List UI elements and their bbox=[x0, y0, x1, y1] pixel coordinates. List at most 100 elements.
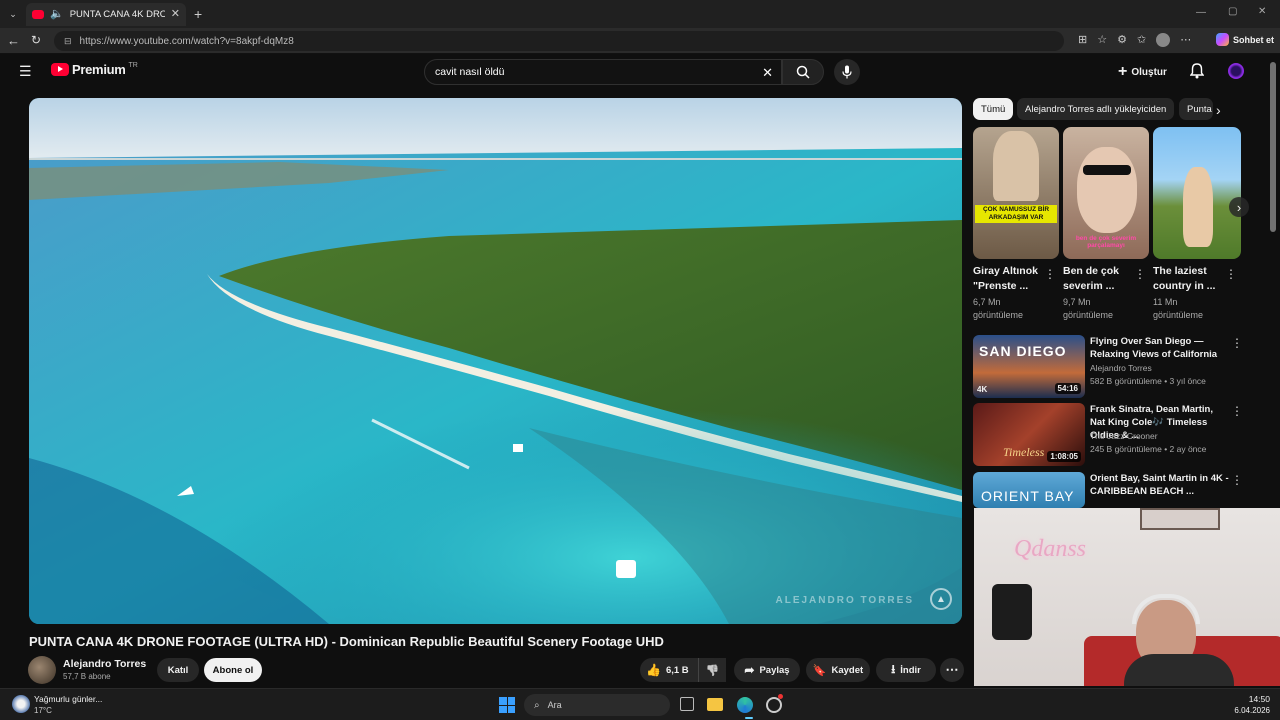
shelf-title-1[interactable]: Giray Altınok "Prenste ... bbox=[973, 264, 1051, 294]
file-explorer-icon[interactable] bbox=[707, 698, 723, 711]
rec-more-icon[interactable]: ⋮ bbox=[1231, 337, 1243, 349]
chip-punta[interactable]: Punta bbox=[1179, 98, 1213, 120]
shelf-title-3[interactable]: The laziest country in ... bbox=[1153, 264, 1231, 294]
rec-channel-2[interactable]: The Jazz Crooner bbox=[1090, 430, 1240, 443]
clock-time[interactable]: 14:50 bbox=[1226, 694, 1270, 704]
hamburger-menu-icon[interactable]: ☰ bbox=[19, 64, 34, 78]
subscribe-button[interactable]: Abone ol bbox=[204, 658, 262, 682]
youtube-favicon-icon bbox=[32, 10, 44, 19]
favorite-star-icon[interactable]: ☆ bbox=[1097, 33, 1107, 47]
channel-avatar[interactable] bbox=[28, 656, 56, 684]
rec-title-3[interactable]: Orient Bay, Saint Martin in 4K - CARIBBE… bbox=[1090, 472, 1230, 498]
voice-search-button[interactable] bbox=[834, 59, 860, 85]
notifications-bell-icon[interactable] bbox=[1189, 63, 1205, 84]
chip-uploader-label: Alejandro Torres adlı yükleyiciden bbox=[1025, 103, 1167, 115]
shelf-views-unit: görüntüleme bbox=[1063, 310, 1114, 320]
taskbar-search-input[interactable]: ⌕ Ara bbox=[524, 694, 670, 716]
profile-avatar[interactable] bbox=[1156, 33, 1171, 47]
app-available-icon[interactable]: ⊞ bbox=[1078, 33, 1087, 47]
rec-thumb-2[interactable]: Timeless 1:08:05 bbox=[973, 403, 1085, 466]
boat-shape bbox=[513, 444, 523, 452]
shelf-more-icon[interactable]: ⋮ bbox=[1134, 268, 1146, 280]
browser-tab[interactable]: 🔈 PUNTA CANA 4K DRONE FOOTAGE (ULTRA HD)… bbox=[26, 3, 186, 26]
headphones-shape bbox=[1132, 594, 1200, 624]
4k-badge-icon: 4K bbox=[977, 385, 988, 394]
like-count: 6,1 B bbox=[665, 664, 689, 676]
chip-all[interactable]: Tümü bbox=[973, 98, 1014, 120]
close-window-icon[interactable]: ✕ bbox=[1258, 6, 1266, 17]
shelf-thumb-2[interactable]: ben de çok severim parçalamayı bbox=[1063, 127, 1149, 259]
more-actions-icon[interactable]: ⋯ bbox=[940, 658, 964, 682]
chip-uploader[interactable]: Alejandro Torres adlı yükleyiciden bbox=[1017, 98, 1175, 120]
create-button[interactable]: + Oluştur bbox=[1118, 64, 1167, 80]
scrollbar-thumb[interactable] bbox=[1270, 62, 1276, 232]
shelf-title-2[interactable]: Ben de çok severim ... bbox=[1063, 264, 1141, 294]
save-label: Kaydet bbox=[831, 664, 864, 676]
download-button[interactable]: ⭳ İndir bbox=[876, 658, 936, 682]
search-input[interactable]: cavit nasıl öldü ✕ bbox=[424, 59, 782, 85]
weather-rain-icon[interactable] bbox=[12, 695, 30, 713]
dislike-button[interactable]: 👎 bbox=[698, 658, 726, 682]
clock-date[interactable]: 6.04.2026 bbox=[1220, 706, 1270, 715]
channel-name[interactable]: Alejandro Torres bbox=[63, 658, 146, 670]
join-label: Katıl bbox=[167, 664, 189, 676]
weather-text[interactable]: Yağmurlu günler... bbox=[34, 694, 102, 704]
rec-channel-1[interactable]: Alejandro Torres bbox=[1090, 362, 1240, 375]
rec-duration: 54:16 bbox=[1054, 383, 1081, 394]
tab-title: PUNTA CANA 4K DRONE FOOTAGE (ULTRA HD) -… bbox=[69, 9, 165, 20]
shelf-thumb-1[interactable]: ÇOK NAMUSSUZ BİR ARKADAŞIM VAR bbox=[973, 127, 1059, 259]
create-label: Oluştur bbox=[1131, 66, 1167, 78]
share-label: Paylaş bbox=[759, 664, 790, 676]
extensions-icon[interactable]: ⚙ bbox=[1117, 33, 1127, 47]
join-button[interactable]: Katıl bbox=[157, 658, 199, 682]
chip-punta-label: Punta bbox=[1187, 103, 1212, 115]
rec-more-icon[interactable]: ⋮ bbox=[1231, 474, 1243, 486]
maximize-icon[interactable]: ▢ bbox=[1228, 6, 1237, 17]
microphone-icon bbox=[842, 65, 852, 79]
plus-icon: + bbox=[1118, 63, 1128, 80]
copilot-icon bbox=[1216, 33, 1229, 46]
rec-title-1[interactable]: Flying Over San Diego — Relaxing Views o… bbox=[1090, 335, 1230, 361]
favorites-icon[interactable]: ✩ bbox=[1137, 33, 1146, 47]
download-label: İndir bbox=[900, 664, 921, 676]
minimize-icon[interactable]: — bbox=[1196, 7, 1206, 18]
weather-temp: 17°C bbox=[34, 706, 52, 715]
taskbar-search-icon: ⌕ bbox=[534, 699, 540, 711]
rec-more-icon[interactable]: ⋮ bbox=[1231, 405, 1243, 417]
video-player[interactable]: ALEJANDRO TORRES ▲ bbox=[29, 98, 962, 624]
rec-thumb-3[interactable]: ORIENT BAY bbox=[973, 472, 1085, 508]
share-button[interactable]: ➦ Paylaş bbox=[734, 658, 800, 682]
copilot-button[interactable]: Sohbet et bbox=[1216, 33, 1274, 46]
site-info-icon[interactable]: ⊟ bbox=[64, 36, 72, 47]
close-tab-icon[interactable]: ✕ bbox=[171, 9, 180, 20]
search-button[interactable] bbox=[782, 59, 824, 85]
chips-next-chevron-icon[interactable]: › bbox=[1216, 102, 1221, 118]
address-bar[interactable]: ⊟ https://www.youtube.com/watch?v=8akpf-… bbox=[54, 31, 1064, 51]
more-menu-icon[interactable]: ⋯ bbox=[1180, 33, 1191, 47]
save-button[interactable]: 🔖 Kaydet bbox=[806, 658, 870, 682]
refresh-icon[interactable]: ↻ bbox=[31, 33, 41, 47]
rec-meta-1: 582 B görüntüleme • 3 yıl önce bbox=[1090, 376, 1206, 386]
youtube-logo[interactable]: Premium TR bbox=[51, 62, 138, 77]
tab-menu-chevron-icon[interactable]: ⌄ bbox=[6, 7, 20, 21]
obs-studio-icon[interactable] bbox=[766, 697, 782, 713]
shelf-more-icon[interactable]: ⋮ bbox=[1044, 268, 1056, 280]
shelf-next-chevron-icon[interactable]: › bbox=[1229, 197, 1249, 217]
shelf-thumb-2-caption: ben de çok severim parçalamayı bbox=[1075, 235, 1137, 249]
edge-browser-icon[interactable] bbox=[737, 697, 753, 713]
back-icon[interactable]: ← bbox=[7, 33, 20, 48]
copilot-label: Sohbet et bbox=[1233, 34, 1275, 45]
rec-thumb-1[interactable]: SAN DIEGO 4K 54:16 bbox=[973, 335, 1085, 398]
clear-search-icon[interactable]: ✕ bbox=[762, 65, 773, 81]
shelf-thumb-1-caption: ÇOK NAMUSSUZ BİR ARKADAŞIM VAR bbox=[975, 205, 1057, 223]
account-avatar[interactable] bbox=[1228, 63, 1244, 79]
shelf-more-icon[interactable]: ⋮ bbox=[1225, 268, 1237, 280]
channel-watermark-logo-icon[interactable]: ▲ bbox=[930, 588, 952, 610]
shelf-thumb-3[interactable] bbox=[1153, 127, 1241, 259]
task-view-icon[interactable] bbox=[680, 697, 694, 711]
speaker-icon[interactable]: 🔈 bbox=[50, 9, 64, 20]
windows-start-icon[interactable] bbox=[499, 697, 515, 713]
new-tab-icon[interactable]: + bbox=[194, 6, 202, 22]
windows-taskbar: Yağmurlu günler... 17°C ⌕ Ara 14:50 6.04… bbox=[0, 688, 1280, 720]
wall-frame bbox=[1140, 508, 1220, 530]
